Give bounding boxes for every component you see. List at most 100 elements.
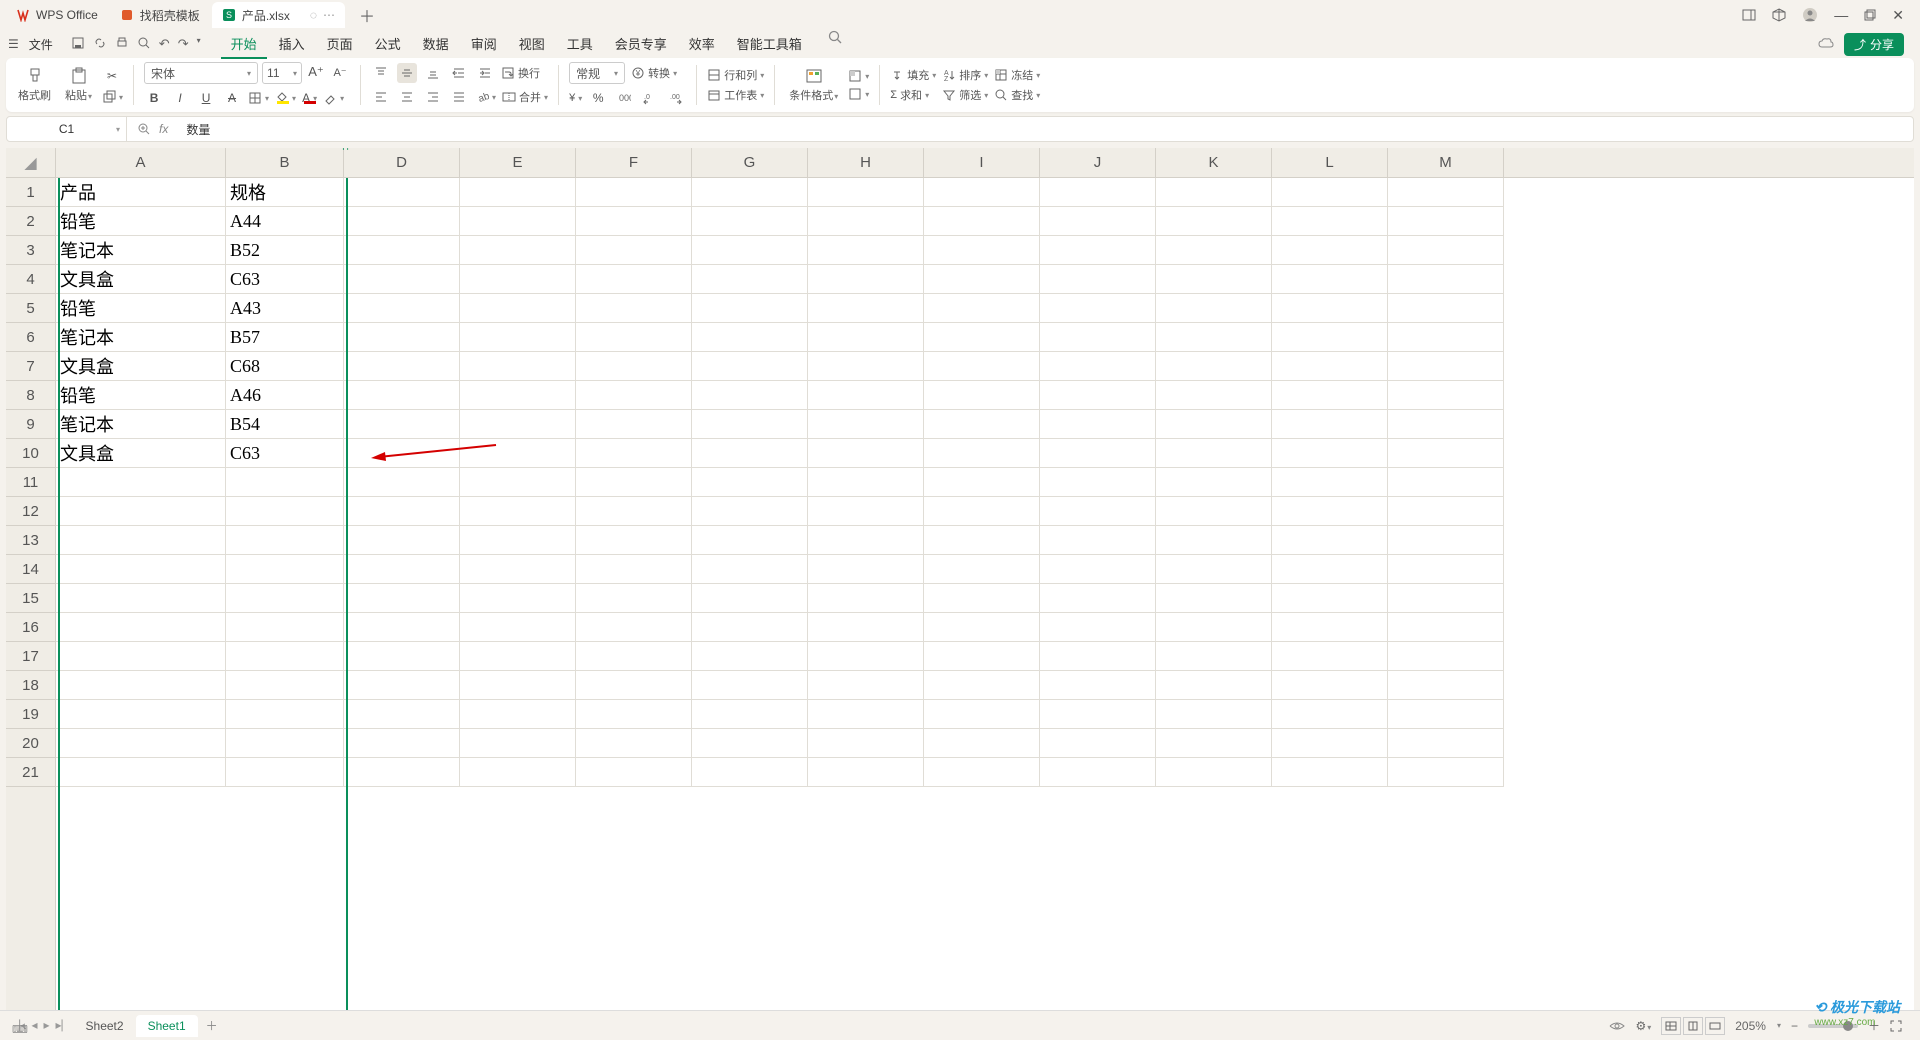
tab-page[interactable]: 页面: [317, 30, 363, 59]
cell[interactable]: [924, 584, 1040, 613]
sum-dropdown[interactable]: Σ求和▾: [890, 87, 936, 103]
link-icon[interactable]: [93, 36, 107, 52]
tab-smart[interactable]: 智能工具箱: [727, 30, 812, 59]
cell[interactable]: [460, 642, 576, 671]
cell[interactable]: [1388, 758, 1504, 787]
cell[interactable]: [576, 497, 692, 526]
zoom-fx-icon[interactable]: [137, 122, 151, 136]
cell[interactable]: [1272, 178, 1388, 207]
row-header-4[interactable]: 4: [6, 265, 55, 294]
row-header-17[interactable]: 17: [6, 642, 55, 671]
cell[interactable]: 文具盒: [56, 439, 226, 468]
cell[interactable]: [692, 729, 808, 758]
cell[interactable]: [460, 468, 576, 497]
cell[interactable]: [692, 381, 808, 410]
cell[interactable]: [924, 642, 1040, 671]
cell[interactable]: [924, 555, 1040, 584]
cell[interactable]: [56, 584, 226, 613]
cell[interactable]: [1040, 758, 1156, 787]
cell[interactable]: [924, 613, 1040, 642]
cell[interactable]: [808, 294, 924, 323]
cell[interactable]: [1388, 236, 1504, 265]
cell[interactable]: [692, 236, 808, 265]
cell[interactable]: [344, 178, 460, 207]
cell[interactable]: [692, 207, 808, 236]
cell[interactable]: [1040, 729, 1156, 758]
fontsize-select[interactable]: 11▾: [262, 62, 302, 84]
cell[interactable]: [1156, 381, 1272, 410]
cell[interactable]: [1156, 323, 1272, 352]
fillcolor-dropdown[interactable]: ▾: [275, 91, 296, 105]
cell[interactable]: [1040, 236, 1156, 265]
cell[interactable]: [576, 439, 692, 468]
cell[interactable]: [924, 207, 1040, 236]
font-select[interactable]: 宋体▾: [144, 62, 258, 84]
cell[interactable]: [576, 700, 692, 729]
cell[interactable]: [1156, 265, 1272, 294]
cell[interactable]: [692, 265, 808, 294]
worksheet-dropdown[interactable]: 工作表▾: [707, 87, 764, 103]
cell[interactable]: [1040, 584, 1156, 613]
cell[interactable]: C63: [226, 265, 344, 294]
column-header-J[interactable]: J: [1040, 148, 1156, 177]
increase-decimal-icon[interactable]: .00: [666, 88, 686, 108]
avatar-icon[interactable]: [1802, 7, 1818, 23]
cell[interactable]: [1040, 671, 1156, 700]
row-header-14[interactable]: 14: [6, 555, 55, 584]
cell[interactable]: [576, 410, 692, 439]
cell[interactable]: [460, 294, 576, 323]
cell[interactable]: [692, 294, 808, 323]
row-header-9[interactable]: 9: [6, 410, 55, 439]
cell[interactable]: [1272, 381, 1388, 410]
merge-dropdown[interactable]: 合并▾: [502, 89, 548, 105]
cell[interactable]: [1156, 526, 1272, 555]
cell[interactable]: 文具盒: [56, 265, 226, 294]
cell[interactable]: [1040, 613, 1156, 642]
cell[interactable]: [576, 352, 692, 381]
cell[interactable]: [924, 497, 1040, 526]
cell[interactable]: [1156, 758, 1272, 787]
cell[interactable]: [344, 236, 460, 265]
cell[interactable]: [576, 294, 692, 323]
cell[interactable]: B57: [226, 323, 344, 352]
sheet-prev-icon[interactable]: ◂: [31, 1018, 37, 1033]
cell[interactable]: 文具盒: [56, 352, 226, 381]
cell[interactable]: [924, 468, 1040, 497]
cell[interactable]: A44: [226, 207, 344, 236]
cell[interactable]: [576, 381, 692, 410]
cell[interactable]: [1156, 584, 1272, 613]
sheet-next-icon[interactable]: ▸: [43, 1018, 49, 1033]
undo-icon[interactable]: ↶: [159, 36, 170, 52]
decrease-decimal-icon[interactable]: .0: [640, 88, 660, 108]
cell[interactable]: [1156, 294, 1272, 323]
cell[interactable]: [576, 178, 692, 207]
sort-dropdown[interactable]: AZ排序▾: [942, 67, 988, 83]
cell[interactable]: [1388, 178, 1504, 207]
save-icon[interactable]: [71, 36, 85, 52]
cell[interactable]: [460, 613, 576, 642]
cell[interactable]: [808, 584, 924, 613]
cell[interactable]: [1272, 642, 1388, 671]
cell[interactable]: [1040, 439, 1156, 468]
cell[interactable]: [460, 352, 576, 381]
cell[interactable]: B54: [226, 410, 344, 439]
cell[interactable]: [1040, 468, 1156, 497]
cell[interactable]: [56, 642, 226, 671]
cell[interactable]: [808, 526, 924, 555]
cell[interactable]: [808, 236, 924, 265]
cell[interactable]: [924, 265, 1040, 294]
tab-start[interactable]: 开始: [221, 30, 267, 59]
cell[interactable]: [692, 323, 808, 352]
cell[interactable]: [692, 497, 808, 526]
cell[interactable]: [1156, 729, 1272, 758]
cell[interactable]: [808, 642, 924, 671]
column-header-K[interactable]: K: [1156, 148, 1272, 177]
cell[interactable]: 笔记本: [56, 236, 226, 265]
cell[interactable]: [924, 178, 1040, 207]
cell[interactable]: [1156, 671, 1272, 700]
cellstyle-dropdown[interactable]: ▾: [848, 69, 869, 83]
cell[interactable]: [924, 526, 1040, 555]
cells-grid[interactable]: 产品规格铅笔A44笔记本B52文具盒C63铅笔A43笔记本B57文具盒C68铅笔…: [56, 178, 1914, 1010]
cell[interactable]: [1040, 294, 1156, 323]
cell[interactable]: [460, 410, 576, 439]
